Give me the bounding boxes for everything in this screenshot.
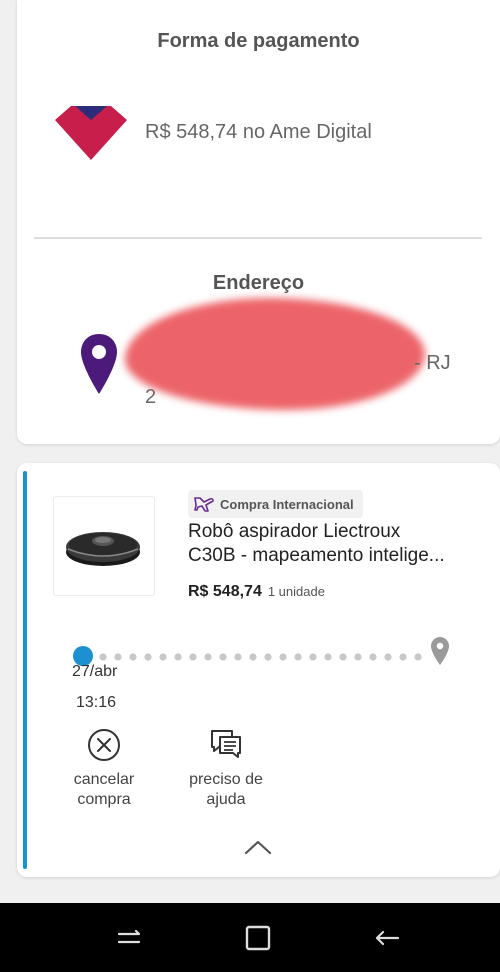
international-purchase-badge: Compra Internacional — [188, 490, 363, 518]
timeline-dotted-track — [99, 653, 422, 661]
order-time: 13:16 — [76, 694, 117, 711]
destination-pin-icon — [431, 637, 449, 665]
order-status-timeline — [73, 637, 453, 673]
order-detail-screen: Forma de pagamento R$ 548,74 no Ame Digi… — [0, 0, 500, 972]
cancel-label-line-2: compra — [77, 791, 131, 808]
order-date: 27/abr — [72, 663, 118, 680]
home-square-icon[interactable] — [243, 923, 273, 953]
cancel-purchase-button[interactable]: cancelar compra — [61, 728, 147, 810]
price-row: R$ 548,74 1 unidade — [188, 583, 325, 601]
badge-label: Compra Internacional — [220, 496, 354, 512]
payment-address-card: Forma de pagamento R$ 548,74 no Ame Digi… — [17, 0, 500, 444]
order-accent-bar — [23, 471, 27, 869]
cancel-label-line-1: cancelar — [73, 771, 135, 788]
robot-vacuum-image — [66, 532, 140, 566]
airplane-icon — [194, 497, 214, 512]
section-divider — [34, 237, 482, 239]
product-name[interactable]: Robô aspirador Liectroux C30B - mapeamen… — [188, 520, 468, 568]
chat-help-icon — [211, 730, 241, 758]
address-line-2: 2 — [145, 386, 157, 408]
address-line-1: - RJ — [414, 352, 451, 374]
product-name-line-1: Robô aspirador Liectroux — [188, 521, 401, 542]
ame-digital-logo-icon — [55, 106, 127, 160]
cancel-circle-x-icon — [88, 729, 120, 761]
recent-apps-icon[interactable] — [115, 923, 145, 953]
system-navigation-bar — [0, 903, 500, 972]
product-thumbnail[interactable] — [53, 496, 155, 596]
product-name-line-2: C30B - mapeamento intelige... — [188, 545, 445, 566]
product-quantity: 1 unidade — [267, 584, 325, 599]
location-pin-icon — [81, 334, 117, 394]
redacted-address-overlay — [125, 298, 425, 410]
payment-amount-text: R$ 548,74 no Ame Digital — [145, 121, 372, 143]
help-label-line-2: ajuda — [206, 791, 246, 808]
chevron-up-icon[interactable] — [244, 839, 272, 855]
help-label-line-1: preciso de — [189, 771, 263, 788]
product-price: R$ 548,74 — [188, 583, 262, 600]
order-item-card[interactable]: Compra Internacional Robô aspirador Liec… — [17, 463, 500, 877]
back-arrow-icon[interactable] — [372, 923, 402, 953]
payment-section-title: Forma de pagamento — [157, 30, 360, 52]
need-help-button[interactable]: preciso de ajuda — [177, 728, 275, 810]
address-section-title: Endereço — [212, 272, 305, 294]
